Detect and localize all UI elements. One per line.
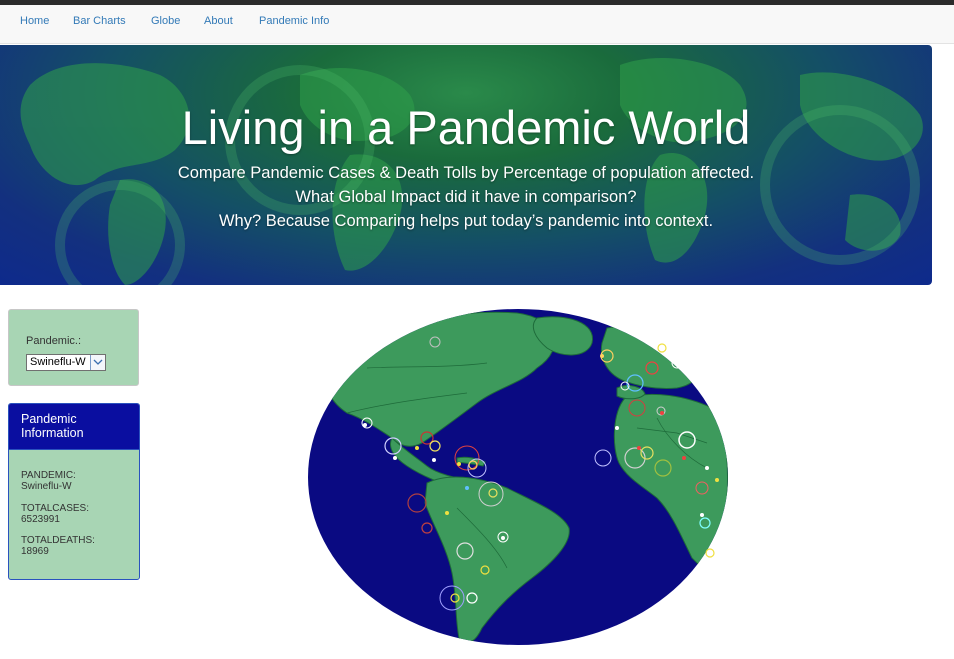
hero-banner: Living in a Pandemic World Compare Pande… <box>0 45 932 285</box>
navbar: Home Bar Charts Globe About Pandemic Inf… <box>0 5 954 44</box>
hero-subtitle-line-1: Compare Pandemic Cases & Death Tolls by … <box>177 164 755 182</box>
pandemic-select-label: Pandemic.: <box>26 335 82 347</box>
nav-about-link[interactable]: About <box>204 15 233 27</box>
total-cases-value: 6523991 <box>21 514 60 525</box>
nav-globe-link[interactable]: Globe <box>151 15 180 27</box>
pandemic-value: Swineflu-W <box>21 481 72 492</box>
total-deaths-label: TOTALDEATHS: <box>21 535 95 546</box>
pandemic-select-value: Swineflu-W <box>30 356 86 368</box>
pandemic-selector-panel: Pandemic.: Swineflu-W <box>8 309 139 386</box>
nav-home-link[interactable]: Home <box>20 15 49 27</box>
pandemic-info-panel: Pandemic Information PANDEMIC: Swineflu-… <box>8 403 140 580</box>
nav-bar-charts-link[interactable]: Bar Charts <box>73 15 126 27</box>
globe[interactable] <box>307 308 729 646</box>
pandemic-select[interactable]: Swineflu-W <box>26 354 106 371</box>
chevron-down-icon[interactable] <box>90 355 105 370</box>
hero-subtitle-line-2: What Global Impact did it have in compar… <box>295 188 637 206</box>
info-panel-header: Pandemic Information <box>9 404 139 450</box>
info-panel-title: Pandemic Information <box>21 412 84 440</box>
globe-container[interactable] <box>307 308 729 651</box>
hero-title: Living in a Pandemic World <box>181 101 751 154</box>
pandemic-label: PANDEMIC: <box>21 470 76 481</box>
hero-subtitle-line-3: Why? Because Comparing helps put today’s… <box>218 212 714 230</box>
total-deaths-value: 18969 <box>21 546 49 557</box>
total-cases-label: TOTALCASES: <box>21 503 89 514</box>
nav-pandemic-info-link[interactable]: Pandemic Info <box>259 15 329 27</box>
